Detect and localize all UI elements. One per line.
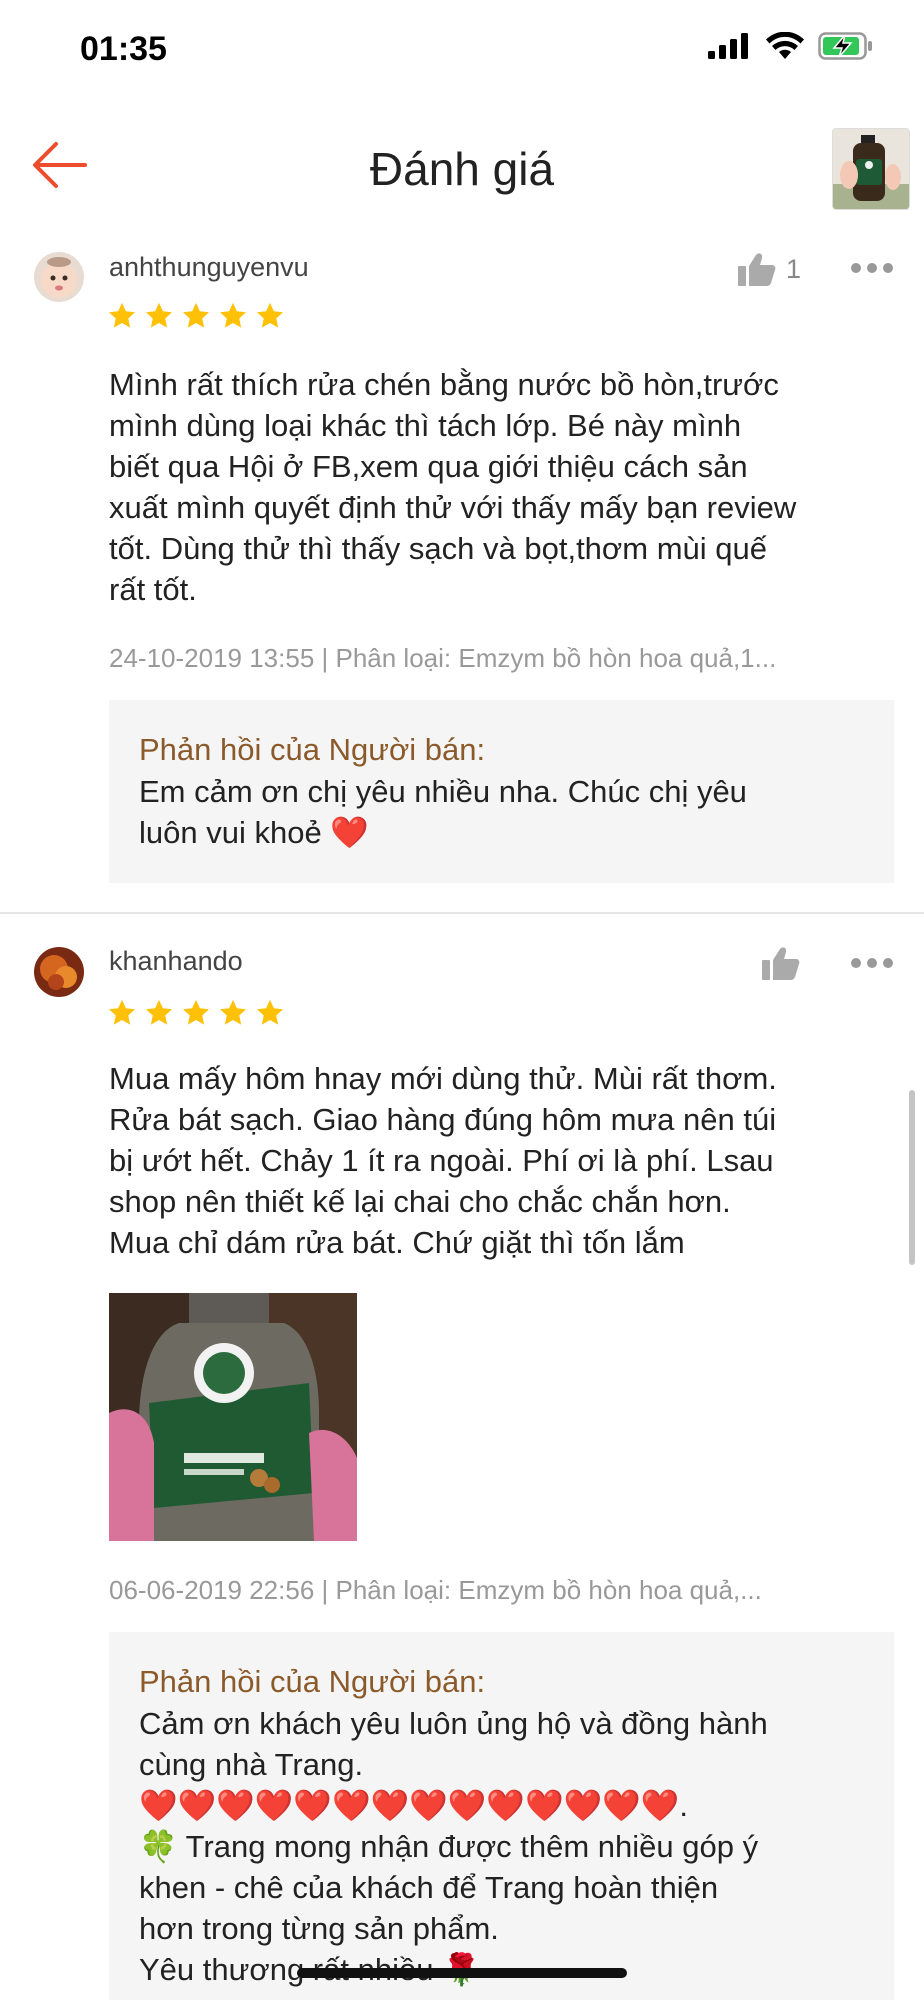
avatar[interactable] xyxy=(34,947,84,997)
review-photo[interactable] xyxy=(109,1293,357,1541)
like-button[interactable]: 1 xyxy=(738,252,801,286)
status-icons xyxy=(708,32,874,60)
star-icon xyxy=(257,999,283,1025)
like-count: 1 xyxy=(786,253,802,284)
review-username[interactable]: anhthunguyenvu xyxy=(109,252,309,283)
reply-line: Em cảm ơn chị yêu nhiều nha. Chúc chị yê… xyxy=(139,774,747,809)
seller-reply-text: Cảm ơn khách yêu luôn ủng hộ và đồng hàn… xyxy=(139,1703,874,1990)
scrollbar[interactable] xyxy=(909,1090,915,1265)
star-icon xyxy=(183,302,209,328)
seller-reply-title: Phản hồi của Người bán: xyxy=(139,732,486,767)
seller-reply-title: Phản hồi của Người bán: xyxy=(139,1664,486,1699)
home-indicator[interactable] xyxy=(297,1968,627,1978)
avatar[interactable] xyxy=(34,252,84,302)
comment-line: biết qua Hội ở FB,xem qua giới thiệu các… xyxy=(109,449,748,484)
star-icon xyxy=(257,302,283,328)
reply-line: hơn trong từng sản phẩm. xyxy=(139,1911,499,1946)
star-icon xyxy=(220,302,246,328)
comment-line: Mua mấy hôm hnay mới dùng thử. Mùi rất t… xyxy=(109,1061,777,1096)
thumbs-up-icon xyxy=(762,947,800,980)
review-meta: 06-06-2019 22:56 | Phân loại: Emzym bồ h… xyxy=(109,1575,762,1605)
reply-line: 🍀 Trang mong nhận được thêm nhiều góp ý xyxy=(139,1829,759,1864)
comment-line: xuất mình quyết định thử với thấy mấy bạ… xyxy=(109,490,797,525)
comment-line: shop nên thiết kế lại chai cho chắc chắn… xyxy=(109,1184,731,1219)
reply-line: cùng nhà Trang. xyxy=(139,1747,364,1782)
signal-icon xyxy=(708,33,748,59)
star-icon xyxy=(146,999,172,1025)
reply-line: luôn vui khoẻ ❤️ xyxy=(139,815,369,850)
star-rating xyxy=(107,998,285,1028)
comment-line: Mình rất thích rửa chén bằng nước bồ hòn… xyxy=(109,367,779,402)
comment-line: Rửa bát sạch. Giao hàng đúng hôm mưa nên… xyxy=(109,1102,777,1137)
wifi-icon xyxy=(766,32,804,59)
star-icon xyxy=(146,302,172,328)
comment-line: tốt. Dùng thử thì thấy sạch và bọt,thơm … xyxy=(109,531,767,566)
comment-line: rất tốt. xyxy=(109,572,197,607)
top-bar: Đánh giá xyxy=(0,100,924,235)
seller-reply: Phản hồi của Người bán: Em cảm ơn chị yê… xyxy=(109,700,894,883)
seller-reply-text: Em cảm ơn chị yêu nhiều nha. Chúc chị yê… xyxy=(139,771,874,853)
star-icon xyxy=(109,999,135,1025)
star-rating xyxy=(107,301,285,331)
comment-line: mình dùng loại khác thì tách lớp. Bé này… xyxy=(109,408,742,443)
star-icon xyxy=(220,999,246,1025)
comment-line: Mua chỉ dám rửa bát. Chứ giặt thì tốn lắ… xyxy=(109,1225,685,1260)
review-meta: 24-10-2019 13:55 | Phân loại: Emzym bồ h… xyxy=(109,643,777,673)
status-time: 01:35 xyxy=(80,30,167,68)
more-options-icon[interactable] xyxy=(850,262,894,274)
review-comment: Mua mấy hôm hnay mới dùng thử. Mùi rất t… xyxy=(109,1058,899,1263)
page-title: Đánh giá xyxy=(369,143,555,195)
review-comment: Mình rất thích rửa chén bằng nước bồ hòn… xyxy=(109,364,899,610)
battery-charging-icon xyxy=(818,32,872,60)
product-thumbnail[interactable] xyxy=(832,128,910,210)
reply-line: khen - chê của khách để Trang hoàn thiện xyxy=(139,1870,719,1905)
seller-reply: Phản hồi của Người bán: Cảm ơn khách yêu… xyxy=(109,1632,894,2000)
review-divider xyxy=(0,912,924,914)
review-username[interactable]: khanhando xyxy=(109,946,243,977)
more-options-icon[interactable] xyxy=(850,957,894,969)
star-icon xyxy=(109,302,135,328)
reply-line: Cảm ơn khách yêu luôn ủng hộ và đồng hàn… xyxy=(139,1706,768,1741)
comment-line: bị ướt hết. Chảy 1 ít ra ngoài. Phí ơi l… xyxy=(109,1143,774,1178)
star-icon xyxy=(183,999,209,1025)
reply-line: ❤️❤️❤️❤️❤️❤️❤️❤️❤️❤️❤️❤️❤️❤️. xyxy=(139,1788,688,1823)
thumbs-up-icon xyxy=(738,253,776,286)
like-button[interactable] xyxy=(762,946,810,980)
status-bar: 01:35 xyxy=(0,0,924,100)
